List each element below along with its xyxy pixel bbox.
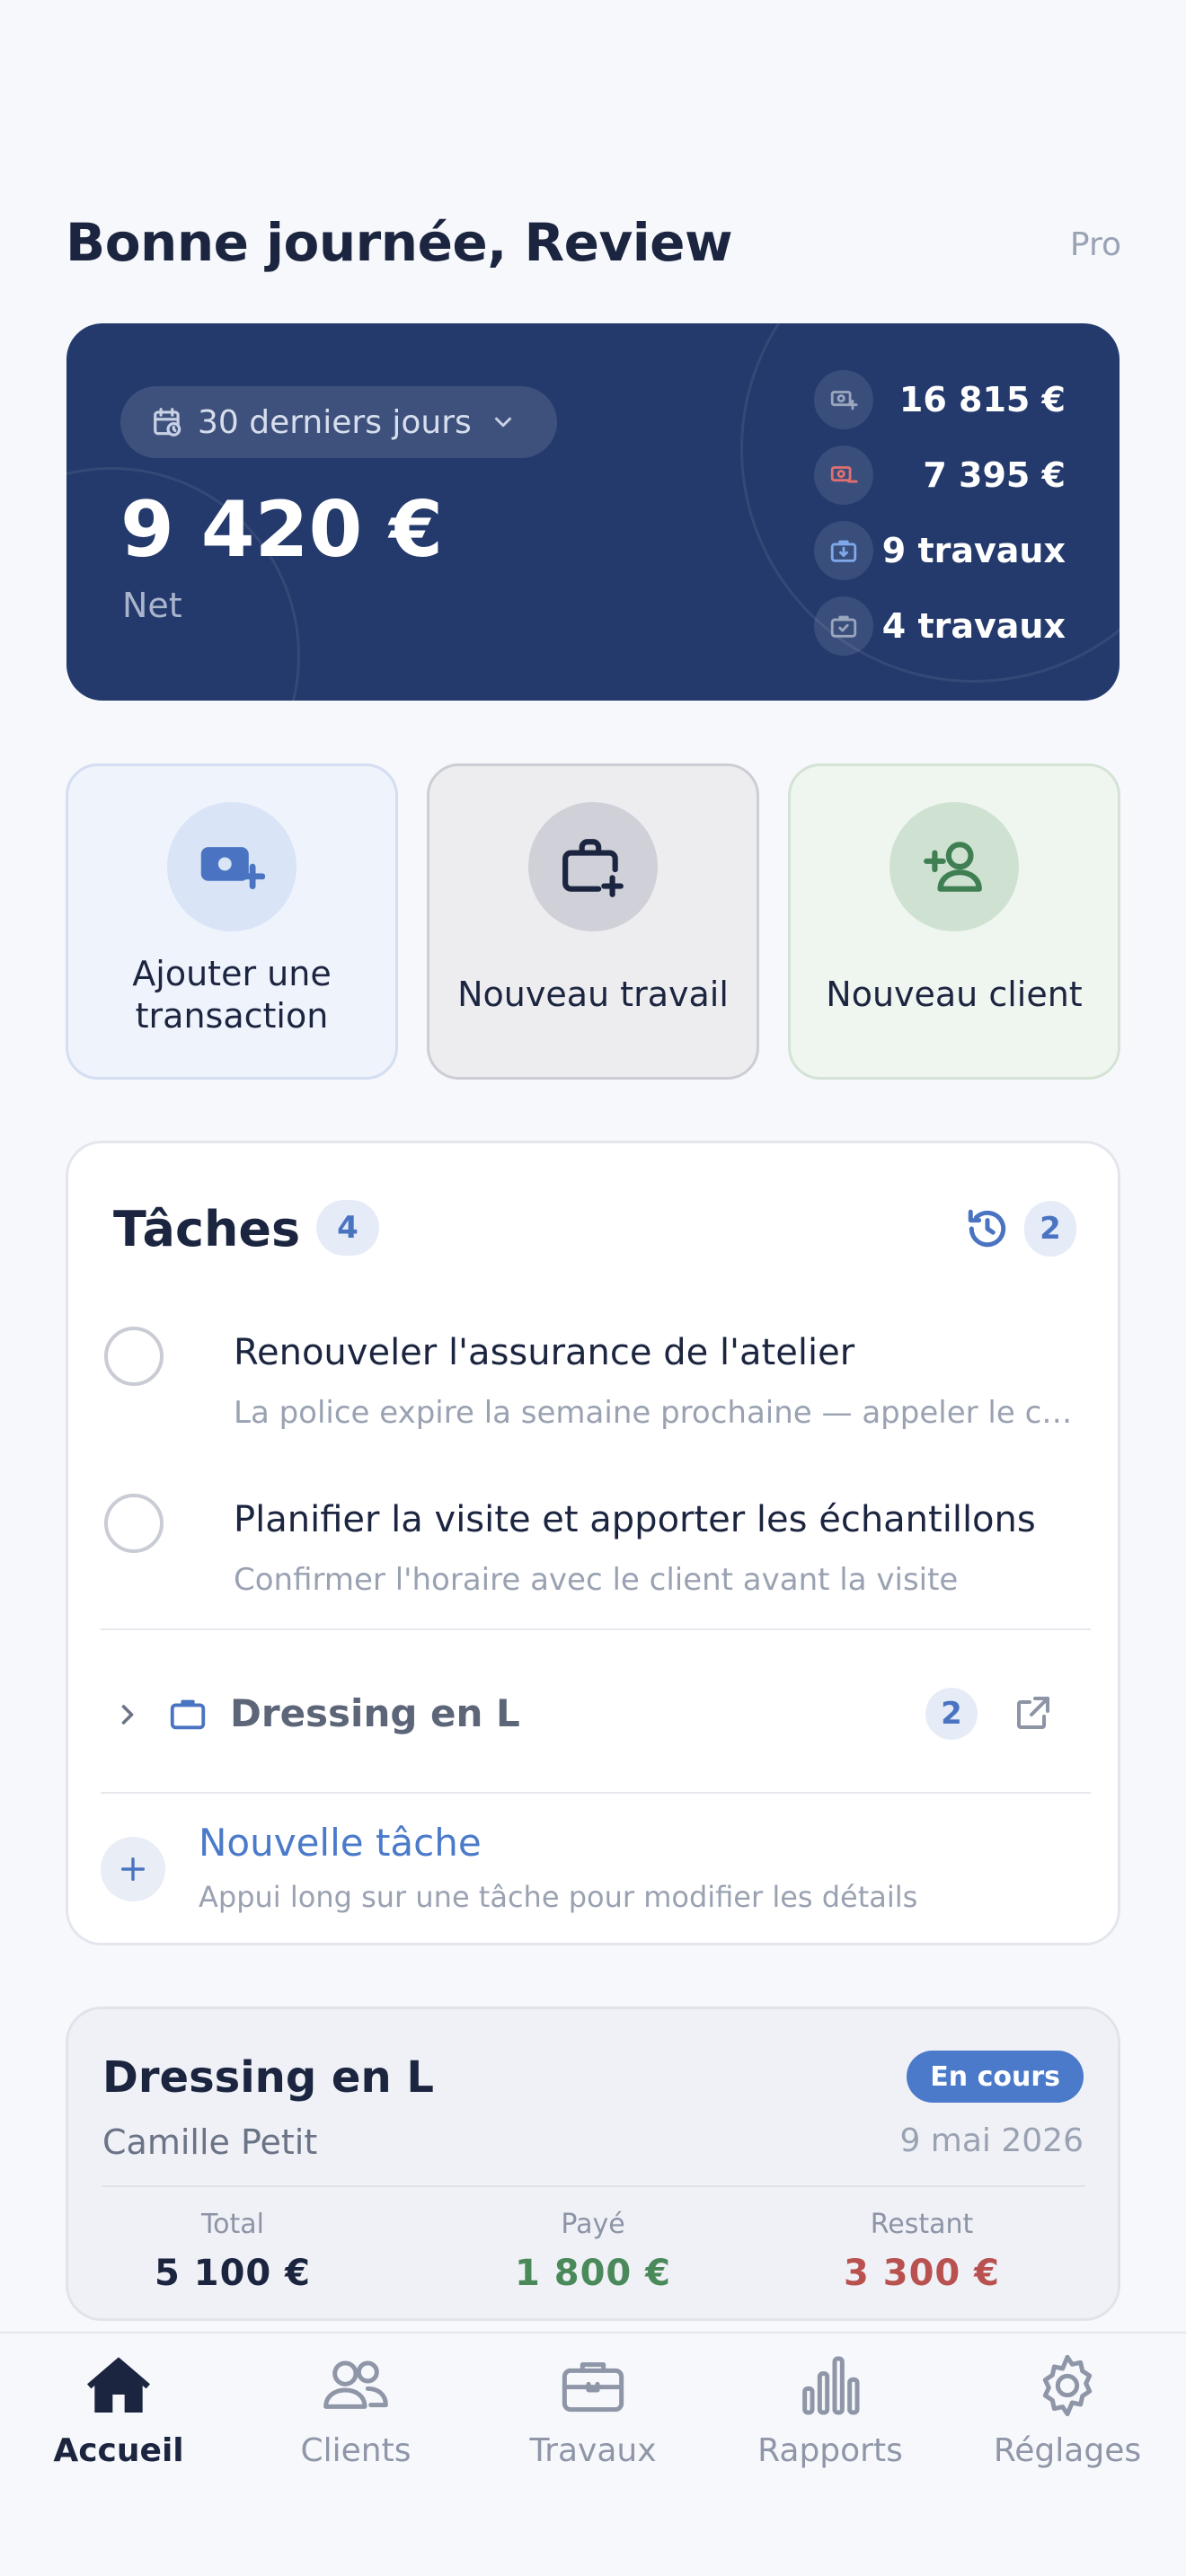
job-total: Total 5 100 € [68,2209,397,2294]
add-money-icon [167,802,296,931]
net-label: Net [122,586,182,625]
add-transaction-button[interactable]: Ajouter une transaction [66,763,398,1080]
tasks-title: Tâches [113,1201,301,1257]
tab-home[interactable]: Accueil [0,2350,237,2493]
briefcase-in-icon [814,521,873,580]
tab-reports[interactable]: Rapports [712,2350,949,2493]
stat-expenses: 7 395 € [814,446,1066,505]
new-job-button[interactable]: Nouveau travail [427,763,759,1080]
chevron-right-icon[interactable] [111,1698,144,1731]
new-task-hint: Appui long sur une tâche pour modifier l… [199,1880,918,1914]
period-label: 30 derniers jours [198,403,472,441]
money-out-icon [814,446,873,505]
task-item[interactable]: Renouveler l'assurance de l'atelier La p… [104,1327,1087,1443]
money-in-icon [814,370,873,429]
job-total-value: 5 100 € [154,2253,311,2294]
period-selector[interactable]: 30 derniers jours [120,386,557,458]
job-remaining-label: Restant [870,2209,974,2240]
task-subtitle: La police expire la semaine prochaine — … [234,1395,1087,1431]
tasks-card: Tâches 4 2 Renouveler l'assurance de l'a… [66,1141,1120,1945]
new-job-label: Nouveau travail [457,975,729,1015]
divider [102,2185,1085,2187]
task-group-count: 2 [925,1688,978,1740]
tab-settings-label: Réglages [993,2432,1142,2469]
stat-jobs-done: 4 travaux [814,596,1066,656]
tab-home-label: Accueil [53,2432,184,2469]
divider [101,1792,1091,1794]
task-group-dressing[interactable]: Dressing en L 2 [104,1682,1084,1745]
stat-income-value: 16 815 € [898,380,1066,419]
bar-chart-icon [802,2356,860,2415]
task-group-name: Dressing en L [230,1691,520,1735]
job-card[interactable]: Dressing en L En cours Camille Petit 9 m… [66,2007,1120,2321]
open-external-icon[interactable] [1012,1691,1055,1734]
tab-clients-label: Clients [300,2432,412,2469]
overdue-count-badge[interactable]: 2 [1024,1201,1076,1257]
new-client-label: Nouveau client [826,975,1083,1015]
stat-jobs-done-value: 4 travaux [881,606,1066,646]
home-icon [87,2357,150,2413]
job-title: Dressing en L [102,2052,434,2103]
new-task-label[interactable]: Nouvelle tâche [199,1821,482,1865]
briefcase-icon [562,2362,624,2413]
stat-jobs-incoming-value: 9 travaux [881,531,1066,570]
job-paid-value: 1 800 € [514,2253,671,2294]
job-total-label: Total [200,2209,265,2240]
plus-icon [120,1857,146,1882]
task-checkbox[interactable] [104,1494,164,1553]
add-person-icon [890,802,1019,931]
calendar-clock-icon [154,408,181,437]
new-client-button[interactable]: Nouveau client [788,763,1120,1080]
stat-jobs-incoming: 9 travaux [814,521,1066,580]
job-paid: Payé 1 800 € [429,2209,757,2294]
briefcase-done-icon [814,596,873,656]
task-subtitle: Confirmer l'horaire avec le client avant… [234,1562,959,1598]
task-title: Renouveler l'assurance de l'atelier [234,1332,855,1373]
divider [101,1628,1091,1630]
tab-reports-label: Rapports [757,2432,903,2469]
add-task-button[interactable] [101,1837,165,1901]
task-title: Planifier la visite et apporter les écha… [234,1499,1036,1540]
net-amount: 9 420 € [120,485,444,575]
tab-clients[interactable]: Clients [237,2350,474,2493]
job-date: 9 mai 2026 [899,2122,1084,2159]
status-badge: En cours [907,2051,1084,2103]
new-job-icon [528,802,658,931]
greeting-title: Bonne journée, Review [66,212,733,273]
summary-card[interactable]: 30 derniers jours 9 420 € Net 16 815 € 7… [66,323,1120,701]
stat-expenses-value: 7 395 € [923,455,1066,495]
job-remaining: Restant 3 300 € [757,2209,1086,2294]
tasks-count-badge: 4 [316,1200,379,1256]
job-paid-label: Payé [561,2209,625,2240]
stat-income: 16 815 € [814,370,1066,429]
history-icon[interactable] [965,1206,1010,1251]
tab-settings[interactable]: Réglages [949,2350,1186,2493]
tab-bar: Accueil Clients Travaux Rapports Réglage… [0,2332,1186,2576]
add-transaction-label: Ajouter une transaction [132,953,332,1037]
gear-icon [1042,2354,1093,2417]
people-icon [323,2360,388,2409]
plan-badge[interactable]: Pro [1070,226,1121,263]
task-checkbox[interactable] [104,1327,164,1386]
tab-jobs-label: Travaux [529,2432,657,2469]
job-remaining-value: 3 300 € [843,2253,1000,2294]
briefcase-icon [170,1699,206,1730]
job-client: Camille Petit [102,2122,318,2162]
task-item[interactable]: Planifier la visite et apporter les écha… [104,1494,1084,1610]
chevron-down-icon [494,417,511,428]
tab-jobs[interactable]: Travaux [474,2350,712,2493]
